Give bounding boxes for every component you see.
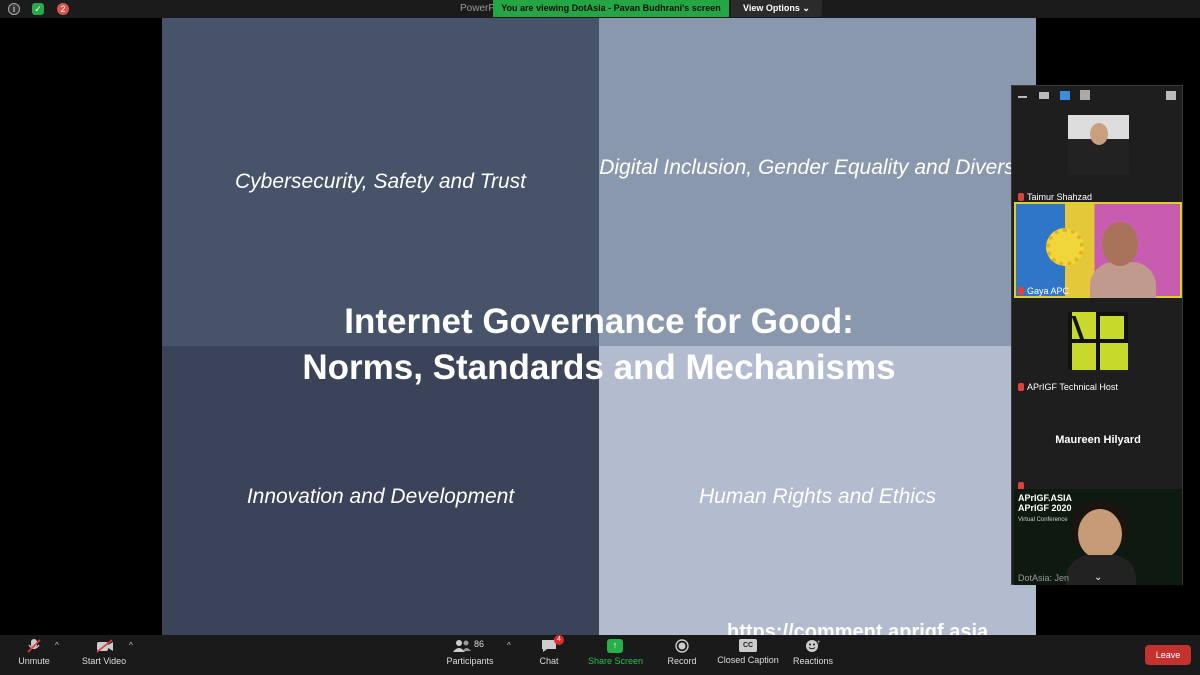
unmute-label: Unmute	[18, 656, 50, 666]
share-screen-button[interactable]: ↑ Share Screen	[588, 639, 644, 666]
slide-title: Internet Governance for Good: Norms, Sta…	[162, 299, 1036, 391]
participant-video	[1014, 202, 1182, 298]
gallery-view-icon[interactable]	[1080, 90, 1090, 100]
svg-text:+: +	[817, 640, 821, 646]
quadrant-text-digital-inclusion: Digital Inclusion, Gender Equality and D…	[599, 156, 1036, 179]
participant-video: APrIGF.ASIA APrIGF 2020 Virtual Conference	[1014, 489, 1182, 585]
meeting-toolbar: Unmute ^ Start Video ^ 86 Participants ^…	[0, 635, 1200, 675]
participants-count: 86	[474, 639, 485, 649]
participants-label: Participants	[446, 656, 494, 666]
speaker-view-icon[interactable]	[1060, 91, 1070, 100]
unmute-button[interactable]: Unmute	[16, 639, 52, 666]
notification-icon[interactable]: 2	[57, 3, 69, 15]
popout-icon[interactable]	[1166, 91, 1176, 100]
participant-tile[interactable]: APrIGF.ASIA APrIGF 2020 Virtual Conference…	[1014, 489, 1182, 585]
participants-button[interactable]: 86 Participants	[446, 639, 494, 666]
slide-url: https://comment.aprigf.asia	[727, 621, 989, 635]
hide-video-icon[interactable]	[1039, 92, 1049, 99]
record-icon	[674, 639, 690, 653]
aprigf-event: APrIGF 2020	[1018, 503, 1072, 513]
viewing-banner: You are viewing DotAsia - Pavan Budhrani…	[493, 0, 729, 17]
audio-options-caret[interactable]: ^	[55, 641, 59, 650]
quadrant-text-innovation: Innovation and Development	[246, 485, 515, 508]
participant-tile-active-speaker[interactable]: Gaya APC	[1014, 202, 1182, 298]
chevron-down-icon: ⌄	[802, 3, 810, 13]
chat-label: Chat	[539, 656, 559, 666]
start-video-label: Start Video	[81, 656, 127, 666]
minimize-icon[interactable]	[1018, 96, 1027, 98]
video-options-caret[interactable]: ^	[129, 641, 133, 650]
reactions-label: Reactions	[792, 656, 834, 666]
closed-caption-button[interactable]: CC Closed Caption	[716, 639, 780, 665]
slide-quadrant-top-right	[599, 18, 1036, 346]
panel-view-controls	[1012, 86, 1182, 106]
participant-name: Gaya APC	[1018, 286, 1069, 296]
aprigf-sub: Virtual Conference	[1018, 517, 1068, 523]
reactions-button[interactable]: + Reactions	[792, 639, 834, 666]
participant-tile[interactable]: Taimur Shahzad	[1014, 108, 1182, 204]
chat-icon: 4	[541, 635, 564, 653]
muted-mic-icon	[1018, 193, 1024, 201]
view-options-button[interactable]: View Options ⌄	[731, 0, 822, 17]
muted-mic-icon	[1018, 287, 1024, 295]
closed-caption-icon: CC	[739, 639, 757, 652]
shared-screen-slide: Cybersecurity, Safety and Trust Digital …	[162, 18, 1036, 635]
participant-video	[1068, 115, 1129, 175]
top-bar: i ✓ 2 PowerP You are viewing DotAsia - P…	[0, 0, 1200, 18]
record-button[interactable]: Record	[666, 639, 698, 666]
aprigf-logo	[1068, 312, 1128, 370]
closed-caption-label: Closed Caption	[717, 655, 779, 665]
video-camera-off-icon	[96, 639, 113, 653]
participant-name: Taimur Shahzad	[1018, 192, 1092, 202]
info-icon[interactable]: i	[8, 3, 20, 15]
participant-tile[interactable]: APrIGF Technical Host	[1014, 298, 1182, 394]
leave-button[interactable]: Leave	[1145, 645, 1191, 665]
quadrant-text-cybersecurity: Cybersecurity, Safety and Trust	[235, 170, 526, 193]
muted-mic-icon	[1018, 383, 1024, 391]
window-title: PowerP	[460, 3, 496, 14]
quadrant-text-human-rights: Human Rights and Ethics	[699, 485, 936, 508]
reactions-icon: +	[805, 639, 821, 653]
chat-badge: 4	[554, 635, 564, 645]
microphone-muted-icon	[26, 639, 42, 653]
security-shield-icon[interactable]: ✓	[32, 3, 44, 15]
participant-name: APrIGF Technical Host	[1018, 382, 1118, 392]
share-screen-label: Share Screen	[588, 656, 644, 666]
participant-name-large: Maureen Hilyard	[1055, 434, 1141, 446]
participants-options-caret[interactable]: ^	[507, 641, 511, 650]
share-screen-icon: ↑	[607, 639, 623, 653]
video-gallery-panel: Taimur Shahzad Gaya APC APrIGF Technical…	[1011, 85, 1183, 585]
chat-button[interactable]: 4 Chat	[535, 635, 564, 666]
participant-tile[interactable]: Maureen Hilyard	[1014, 394, 1182, 490]
slide-title-line-1: Internet Governance for Good:	[344, 302, 854, 341]
participant-name: DotAsia: Jen	[1018, 573, 1070, 583]
slide-title-line-2: Norms, Standards and Mechanisms	[302, 348, 896, 387]
participants-icon: 86	[452, 639, 488, 653]
aprigf-brand: APrIGF.ASIA	[1018, 493, 1073, 503]
record-label: Record	[667, 656, 697, 666]
view-options-label: View Options	[743, 3, 800, 13]
chevron-down-icon[interactable]: ⌄	[1094, 572, 1102, 583]
start-video-button[interactable]: Start Video	[80, 639, 128, 666]
